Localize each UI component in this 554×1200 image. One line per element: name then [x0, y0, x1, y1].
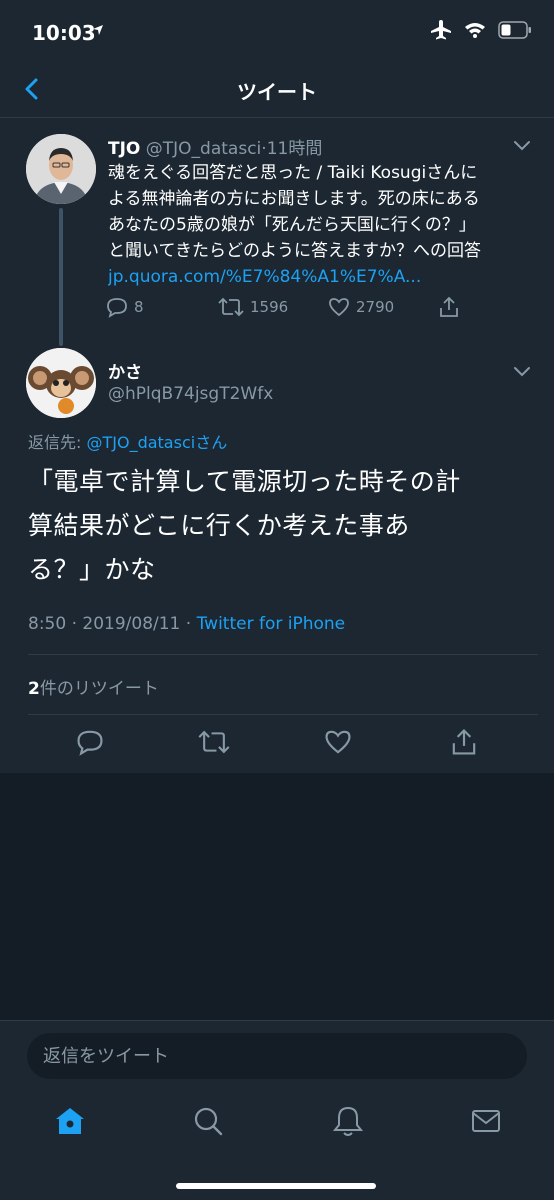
reply-icon [77, 730, 103, 756]
tab-home[interactable] [52, 1103, 88, 1139]
parent-tweet-header: TJO @TJO_datasci·11時間 [108, 139, 323, 159]
share-icon [452, 729, 476, 755]
navigation-bar: ツイート [0, 64, 554, 118]
home-indicator[interactable] [176, 1183, 376, 1189]
text-line: あなたの5歳の娘が「死んだら天国に行くの？」 [108, 215, 476, 235]
parent-tweet-text: 魂をえぐる回答だと思った / Taiki Kosugiさんに よる無神論者の方に… [108, 160, 528, 290]
retweet-button[interactable]: 1596 [218, 296, 288, 318]
tweet-thread: TJO @TJO_datasci·11時間 魂をえぐる回答だと思った / Tai… [0, 118, 554, 773]
text-line: よる無神論者の方にお聞きします。死の床にある [108, 189, 480, 209]
parent-tweet-actions: 8 1596 2790 [106, 296, 466, 322]
main-tweet-actions [0, 728, 554, 758]
home-icon [56, 1108, 84, 1134]
text-line: 「電卓で計算して電源切った時その計 [28, 467, 461, 496]
text-line: る？」かな [28, 555, 156, 584]
tweet-menu-button[interactable] [512, 364, 532, 378]
retweet-count: 2 [28, 679, 40, 699]
airplane-icon [431, 20, 451, 40]
author-name[interactable]: TJO [108, 139, 140, 159]
search-icon [194, 1107, 223, 1136]
text-line: 魂をえぐる回答だと思った / Taiki Kosugiさんに [108, 163, 478, 183]
tweet-menu-button[interactable] [512, 138, 532, 152]
bottom-bar [0, 1020, 554, 1200]
tweet-source[interactable]: Twitter for iPhone [197, 614, 346, 634]
avatar[interactable] [26, 348, 96, 418]
tweet-text: 「電卓で計算して電源切った時その計 算結果がどこに行くか考えた事あ る？」かな [28, 460, 534, 592]
bell-icon [332, 1106, 364, 1136]
battery-icon [498, 21, 531, 39]
thread-line [59, 208, 63, 346]
retweet-stats[interactable]: 2件のリツイート [28, 674, 159, 699]
location-arrow-icon [92, 24, 104, 40]
reply-to-prefix: 返信先: [28, 433, 87, 452]
status-bar: 10:03 [0, 0, 554, 64]
retweet-label: 件のリツイート [39, 679, 159, 699]
author-name[interactable]: かさ [108, 358, 142, 383]
like-count: 2790 [356, 298, 395, 316]
reply-button[interactable] [76, 728, 104, 760]
reply-input[interactable] [27, 1033, 527, 1079]
author-handle[interactable]: @hPlqB74jsgT2Wfx [108, 384, 273, 404]
text-line: 算結果がどこに行くか考えた事あ [28, 511, 410, 540]
tab-notifications[interactable] [330, 1103, 366, 1139]
tweet-time: 11時間 [266, 139, 323, 159]
page-title: ツイート [237, 80, 317, 104]
text-line: と聞いてきたらどのように答えますか？への回答 [108, 241, 481, 261]
status-icons [430, 20, 532, 40]
wifi-icon [465, 23, 485, 38]
reply-button[interactable]: 8 [106, 296, 144, 318]
tab-search[interactable] [190, 1103, 226, 1139]
tweet-timestamp: 8:50 · 2019/08/11 · [28, 614, 197, 634]
heart-icon [325, 730, 351, 754]
like-button[interactable]: 2790 [328, 296, 394, 318]
chevron-down-icon [514, 367, 530, 377]
share-button[interactable] [450, 728, 478, 760]
retweet-button[interactable] [198, 728, 230, 760]
avatar[interactable] [26, 134, 96, 204]
reply-to-suffix: さん [195, 433, 228, 452]
status-time: 10:03 [32, 21, 96, 45]
reply-icon [107, 298, 127, 318]
divider [28, 654, 538, 655]
author-handle[interactable]: @TJO_datasci [146, 139, 262, 159]
tweet-link[interactable]: jp.quora.com/%E7%84%A1%E7%A... [108, 264, 528, 290]
retweet-icon [198, 730, 230, 754]
chevron-down-icon [514, 141, 530, 151]
share-button[interactable] [438, 296, 460, 318]
mail-icon [472, 1110, 500, 1132]
heart-icon [329, 298, 349, 317]
retweet-icon [218, 297, 244, 317]
reply-to-link[interactable]: @TJO_datasci [86, 433, 195, 452]
reply-to: 返信先: @TJO_datasciさん [28, 429, 227, 453]
divider [28, 714, 538, 715]
tweet-meta: 8:50 · 2019/08/11 · Twitter for iPhone [28, 614, 345, 634]
share-icon [440, 296, 458, 317]
retweet-count: 1596 [250, 298, 289, 316]
like-button[interactable] [324, 728, 352, 760]
reply-count: 8 [134, 298, 144, 316]
tab-messages[interactable] [468, 1103, 504, 1139]
